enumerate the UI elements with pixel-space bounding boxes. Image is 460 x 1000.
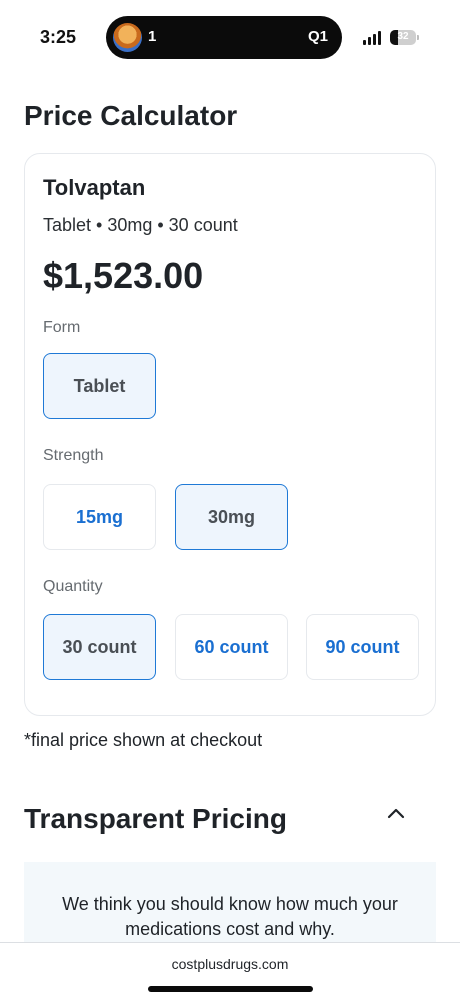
island-right-text: Q1 [307, 28, 328, 45]
browser-address-bar[interactable]: costplusdrugs.com [0, 942, 460, 1000]
quantity-option-90[interactable]: 90 count [306, 614, 419, 680]
drug-name: Tolvaptan [43, 175, 146, 200]
form-label: Form [43, 319, 81, 336]
quantity-label: Quantity [43, 578, 103, 595]
status-time: 3:25 [40, 27, 77, 47]
transparent-pricing-title[interactable]: Transparent Pricing [24, 803, 287, 835]
url-text[interactable]: costplusdrugs.com [0, 956, 460, 972]
strength-option-30mg[interactable]: 30mg [175, 484, 288, 550]
avatar [113, 23, 142, 52]
battery-level: 32 [397, 31, 409, 42]
quantity-option-30[interactable]: 30 count [43, 614, 156, 680]
page-title: Price Calculator [24, 100, 238, 131]
strength-label: Strength [43, 447, 104, 464]
dynamic-island[interactable]: 1 Q1 [106, 16, 342, 59]
cellular-signal-icon [363, 31, 383, 45]
status-bar: 3:25 1 Q1 32 [0, 0, 460, 76]
price-calculator-card: Tolvaptan Tablet • 30mg • 30 count $1,52… [24, 153, 436, 716]
page: 3:25 1 Q1 32 Price Calculator Tolvaptan … [0, 0, 460, 1000]
island-left-text: 1 [148, 28, 157, 45]
quantity-option-60[interactable]: 60 count [175, 614, 288, 680]
transparent-pricing-text: We think you should know how much your m… [62, 894, 398, 939]
price: $1,523.00 [43, 255, 204, 296]
chevron-up-icon[interactable] [386, 806, 406, 820]
checkout-note: *final price shown at checkout [24, 730, 263, 750]
battery-tip [417, 35, 419, 40]
battery-icon: 32 [390, 30, 416, 45]
drug-summary: Tablet • 30mg • 30 count [43, 215, 238, 235]
home-indicator[interactable] [148, 986, 313, 992]
strength-option-15mg[interactable]: 15mg [43, 484, 156, 550]
form-option-tablet[interactable]: Tablet [43, 353, 156, 419]
